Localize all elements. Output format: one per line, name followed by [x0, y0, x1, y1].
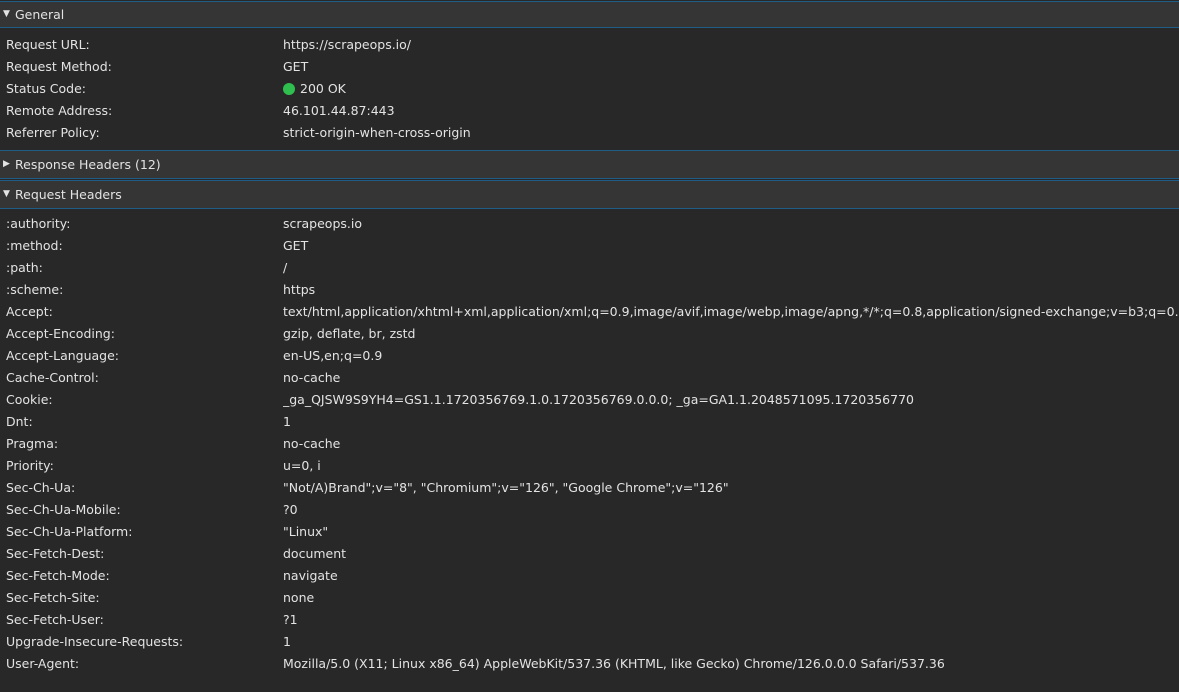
row-value: https://scrapeops.io/: [283, 36, 412, 52]
headers-panel: ▼ General Request URL: https://scrapeops…: [0, 1, 1179, 692]
row-value: strict-origin-when-cross-origin: [283, 124, 471, 140]
request-header-row: Pragma: no-cache: [0, 432, 1179, 454]
row-value: u=0, i: [283, 457, 321, 473]
request-header-row: Sec-Fetch-Dest: document: [0, 542, 1179, 564]
general-row-request-method: Request Method: GET: [0, 55, 1179, 77]
row-value: 1: [283, 633, 291, 649]
request-header-row: :path: /: [0, 256, 1179, 278]
row-value: ?1: [283, 611, 298, 627]
row-key: User-Agent:: [6, 655, 80, 671]
row-value: _ga_QJSW9S9YH4=GS1.1.1720356769.1.0.1720…: [283, 391, 914, 407]
row-key: Dnt:: [6, 413, 33, 429]
request-header-row: Cache-Control: no-cache: [0, 366, 1179, 388]
row-value: "Not/A)Brand";v="8", "Chromium";v="126",…: [283, 479, 729, 495]
row-key: Sec-Fetch-Site:: [6, 589, 100, 605]
response-headers-section-header[interactable]: ▶ Response Headers (12): [0, 150, 1179, 179]
general-row-status-code: Status Code: 200 OK: [0, 77, 1179, 99]
row-key: Sec-Fetch-Mode:: [6, 567, 110, 583]
request-header-row: Accept-Language: en-US,en;q=0.9: [0, 344, 1179, 366]
row-value: /: [283, 259, 288, 275]
expanded-triangle-icon: ▼: [3, 9, 10, 19]
general-row-referrer-policy: Referrer Policy: strict-origin-when-cros…: [0, 121, 1179, 143]
request-header-row: :authority: scrapeops.io: [0, 212, 1179, 234]
row-value-status: 200 OK: [283, 81, 1179, 96]
request-header-row: Cookie: _ga_QJSW9S9YH4=GS1.1.1720356769.1…: [0, 388, 1179, 410]
collapsed-triangle-icon: ▶: [3, 159, 10, 169]
row-key: :scheme:: [6, 281, 64, 297]
row-key: :method:: [6, 237, 63, 253]
row-key: Upgrade-Insecure-Requests:: [6, 633, 184, 649]
row-key: Accept-Language:: [6, 347, 120, 363]
general-section-header[interactable]: ▼ General: [0, 1, 1179, 28]
row-key: Sec-Ch-Ua-Mobile:: [6, 501, 121, 517]
request-headers-section-title: Request Headers: [15, 187, 122, 202]
row-key: :authority:: [6, 215, 71, 231]
request-headers-rows: :authority: scrapeops.io :method: GET :path:…: [0, 209, 1179, 678]
row-key: Pragma:: [6, 435, 59, 451]
row-key: Sec-Ch-Ua:: [6, 479, 76, 495]
row-value: en-US,en;q=0.9: [283, 347, 383, 363]
row-value: 46.101.44.87:443: [283, 102, 395, 118]
request-header-row: User-Agent: Mozilla/5.0 (X11; Linux x86_6…: [0, 652, 1179, 674]
row-value: "Linux": [283, 523, 329, 539]
request-header-row: Priority: u=0, i: [0, 454, 1179, 476]
status-text: 200 OK: [300, 80, 346, 96]
row-value: no-cache: [283, 435, 341, 451]
row-key: Referrer Policy:: [6, 124, 100, 140]
row-value: document: [283, 545, 347, 561]
row-value: scrapeops.io: [283, 215, 362, 231]
row-key: Remote Address:: [6, 102, 113, 118]
request-header-row: Accept: text/html,application/xhtml+xml,a…: [0, 300, 1179, 322]
general-section-title: General: [15, 7, 65, 22]
row-value: GET: [283, 237, 309, 253]
request-header-row: :method: GET: [0, 234, 1179, 256]
request-headers-section-header[interactable]: ▼ Request Headers: [0, 180, 1179, 209]
row-key: Sec-Fetch-User:: [6, 611, 104, 627]
row-key: Priority:: [6, 457, 54, 473]
request-header-row: Sec-Fetch-Mode: navigate: [0, 564, 1179, 586]
row-key: Request URL:: [6, 36, 90, 52]
row-value: Mozilla/5.0 (X11; Linux x86_64) AppleWeb…: [283, 655, 945, 671]
expanded-triangle-icon: ▼: [3, 189, 10, 199]
request-header-row: Sec-Fetch-User: ?1: [0, 608, 1179, 630]
row-value: https: [283, 281, 316, 297]
row-key: Sec-Ch-Ua-Platform:: [6, 523, 133, 539]
row-key: Cache-Control:: [6, 369, 99, 385]
row-key: :path:: [6, 259, 43, 275]
row-key: Status Code:: [6, 80, 87, 96]
row-value: 1: [283, 413, 291, 429]
row-key: Cookie:: [6, 391, 53, 407]
request-header-row: Sec-Ch-Ua-Mobile: ?0: [0, 498, 1179, 520]
general-row-remote-address: Remote Address: 46.101.44.87:443: [0, 99, 1179, 121]
general-row-request-url: Request URL: https://scrapeops.io/: [0, 33, 1179, 55]
row-value: GET: [283, 58, 309, 74]
row-value: none: [283, 589, 315, 605]
row-key: Request Method:: [6, 58, 112, 74]
row-value: gzip, deflate, br, zstd: [283, 325, 416, 341]
row-value: ?0: [283, 501, 298, 517]
status-ok-dot-icon: [283, 82, 295, 95]
row-value: no-cache: [283, 369, 341, 385]
row-key: Sec-Fetch-Dest:: [6, 545, 105, 561]
row-value: text/html,application/xhtml+xml,applicat…: [283, 303, 1179, 319]
response-headers-section-title: Response Headers (12): [15, 157, 161, 172]
general-rows: Request URL: https://scrapeops.io/ Reque…: [0, 28, 1179, 150]
request-header-row: Accept-Encoding: gzip, deflate, br, zstd: [0, 322, 1179, 344]
request-header-row: Upgrade-Insecure-Requests: 1: [0, 630, 1179, 652]
request-header-row: Dnt: 1: [0, 410, 1179, 432]
request-header-row: Sec-Ch-Ua: "Not/A)Brand";v="8", "Chromium…: [0, 476, 1179, 498]
row-key: Accept-Encoding:: [6, 325, 115, 341]
request-header-row: :scheme: https: [0, 278, 1179, 300]
request-header-row: Sec-Fetch-Site: none: [0, 586, 1179, 608]
row-key: Accept:: [6, 303, 53, 319]
row-value: navigate: [283, 567, 338, 583]
request-header-row: Sec-Ch-Ua-Platform: "Linux": [0, 520, 1179, 542]
